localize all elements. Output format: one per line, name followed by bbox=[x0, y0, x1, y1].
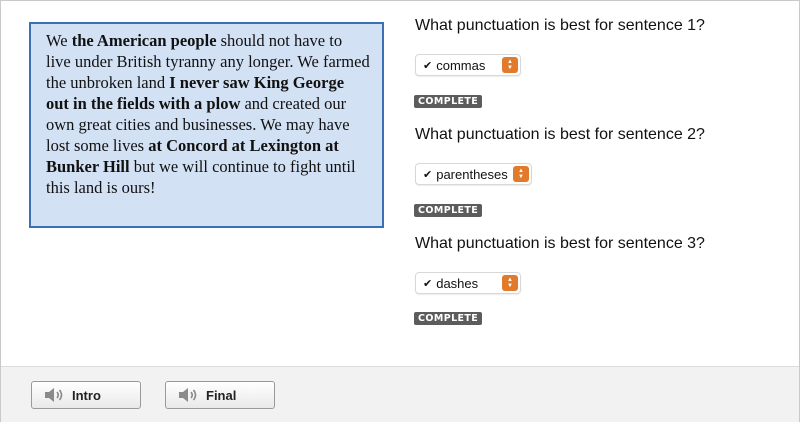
checkmark-icon: ✔ bbox=[423, 168, 433, 181]
question-2-select[interactable]: ✔ parentheses ▲ ▼ bbox=[415, 163, 532, 185]
final-button-label: Final bbox=[206, 387, 237, 403]
question-3-prompt: What punctuation is best for sentence 3? bbox=[415, 235, 705, 252]
select-arrows-icon: ▲ ▼ bbox=[513, 166, 529, 182]
passage-text: We the American people should not have t… bbox=[46, 30, 370, 198]
passage-bold-segment: the American people bbox=[71, 31, 217, 50]
passage-box: We the American people should not have t… bbox=[29, 22, 384, 228]
question-3-status-badge: COMPLETE bbox=[414, 312, 483, 325]
checkmark-icon: ✔ bbox=[423, 277, 433, 290]
checkmark-icon: ✔ bbox=[423, 59, 433, 72]
footer-bar: Intro Final bbox=[1, 366, 799, 422]
final-audio-button[interactable]: Final bbox=[165, 381, 275, 409]
question-2-prompt: What punctuation is best for sentence 2? bbox=[415, 126, 705, 143]
question-1-selected-value: commas bbox=[436, 57, 486, 73]
question-1-status-badge: COMPLETE bbox=[414, 95, 483, 108]
select-arrows-icon: ▲ ▼ bbox=[502, 275, 518, 291]
question-3-select[interactable]: ✔ dashes ▲ ▼ bbox=[415, 272, 521, 294]
intro-audio-button[interactable]: Intro bbox=[31, 381, 141, 409]
question-3-selected-value: dashes bbox=[436, 275, 479, 291]
question-1-select[interactable]: ✔ commas ▲ ▼ bbox=[415, 54, 521, 76]
speaker-icon bbox=[45, 388, 63, 402]
select-arrows-icon: ▲ ▼ bbox=[502, 57, 518, 73]
speaker-icon bbox=[179, 388, 197, 402]
question-1-prompt: What punctuation is best for sentence 1? bbox=[415, 17, 705, 34]
passage-segment: We bbox=[46, 31, 72, 50]
question-2-selected-value: parentheses bbox=[436, 166, 508, 182]
intro-button-label: Intro bbox=[72, 387, 101, 403]
question-2-status-badge: COMPLETE bbox=[414, 204, 483, 217]
